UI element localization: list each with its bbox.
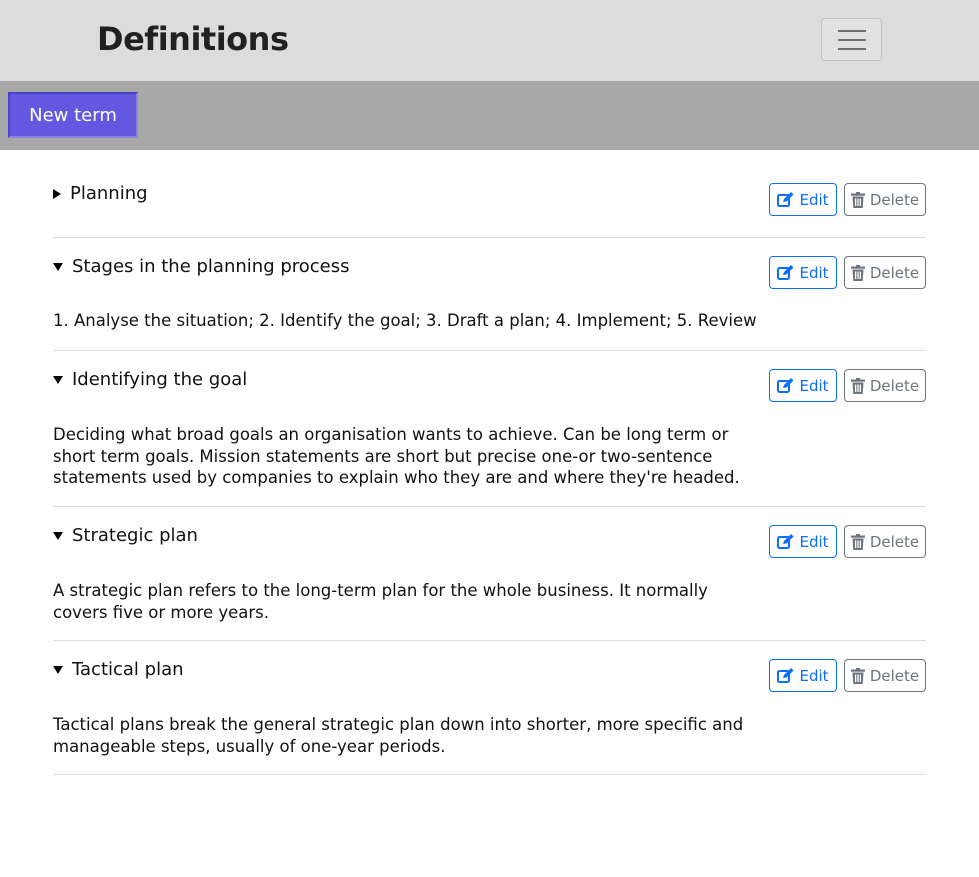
term-definition: Deciding what broad goals an organisatio… [53,425,740,487]
edit-label: Edit [799,190,829,209]
delete-button[interactable]: Delete [844,525,926,558]
term-summary[interactable]: Tactical plan [53,659,184,680]
delete-button[interactable]: Delete [844,256,926,289]
expanded-triangle-icon [53,665,63,674]
delete-label: Delete [869,376,920,395]
term-title: Identifying the goal [72,369,248,390]
edit-button[interactable]: Edit [769,183,837,216]
delete-button[interactable]: Delete [844,369,926,402]
delete-label: Delete [869,666,920,685]
trash-icon [850,264,865,281]
page-title: Definitions [97,20,289,58]
definition-item: Stages in the planning process 1. Analys… [53,238,926,351]
definitions-list: Planning Edit Delete Stages in the plann… [53,165,926,775]
term-summary[interactable]: Identifying the goal [53,369,247,390]
toolbar: New term [0,81,979,150]
expanded-triangle-icon [53,262,63,271]
edit-icon [777,667,794,683]
trash-icon [850,191,865,208]
collapsed-triangle-icon [53,188,61,199]
trash-icon [850,533,865,550]
term-title: Planning [70,183,148,204]
term-title: Tactical plan [72,659,184,680]
edit-button[interactable]: Edit [769,525,837,558]
term-actions: Edit Delete [769,183,926,216]
definition-item: Identifying the goal Deciding what broad… [53,351,926,507]
expanded-triangle-icon [53,531,63,540]
new-term-button[interactable]: New term [8,92,138,138]
expanded-triangle-icon [53,375,63,384]
term-summary[interactable]: Stages in the planning process [53,256,350,277]
edit-label: Edit [799,263,829,282]
delete-label: Delete [869,532,920,551]
term-actions: Edit Delete [769,256,926,289]
hamburger-icon-line [837,29,866,32]
definition-item: Tactical plan Tactical plans break the g… [53,641,926,775]
term-summary[interactable]: Strategic plan [53,525,198,546]
trash-icon [850,377,865,394]
term-title: Stages in the planning process [72,256,350,277]
edit-label: Edit [799,666,829,685]
trash-icon [850,667,865,684]
edit-button[interactable]: Edit [769,369,837,402]
edit-button[interactable]: Edit [769,659,837,692]
delete-label: Delete [869,263,920,282]
edit-button[interactable]: Edit [769,256,837,289]
hamburger-icon-line [837,47,866,50]
term-actions: Edit Delete [769,525,926,558]
term-summary[interactable]: Planning [53,183,148,204]
edit-icon [777,533,794,549]
term-actions: Edit Delete [769,659,926,692]
edit-label: Edit [799,532,829,551]
delete-label: Delete [869,190,920,209]
edit-icon [777,191,794,207]
term-definition: 1. Analyse the situation; 2. Identify th… [53,311,757,330]
definition-item: Strategic plan A strategic plan refers t… [53,507,926,641]
navbar: Definitions [0,0,979,81]
edit-icon [777,264,794,280]
delete-button[interactable]: Delete [844,659,926,692]
edit-label: Edit [799,376,829,395]
term-definition: Tactical plans break the general strateg… [53,715,744,756]
definition-item: Planning Edit Delete [53,165,926,238]
hamburger-icon-line [837,38,866,41]
hamburger-menu-button[interactable] [821,18,882,61]
term-actions: Edit Delete [769,369,926,402]
term-definition: A strategic plan refers to the long-term… [53,581,708,622]
edit-icon [777,377,794,393]
term-title: Strategic plan [72,525,198,546]
delete-button[interactable]: Delete [844,183,926,216]
